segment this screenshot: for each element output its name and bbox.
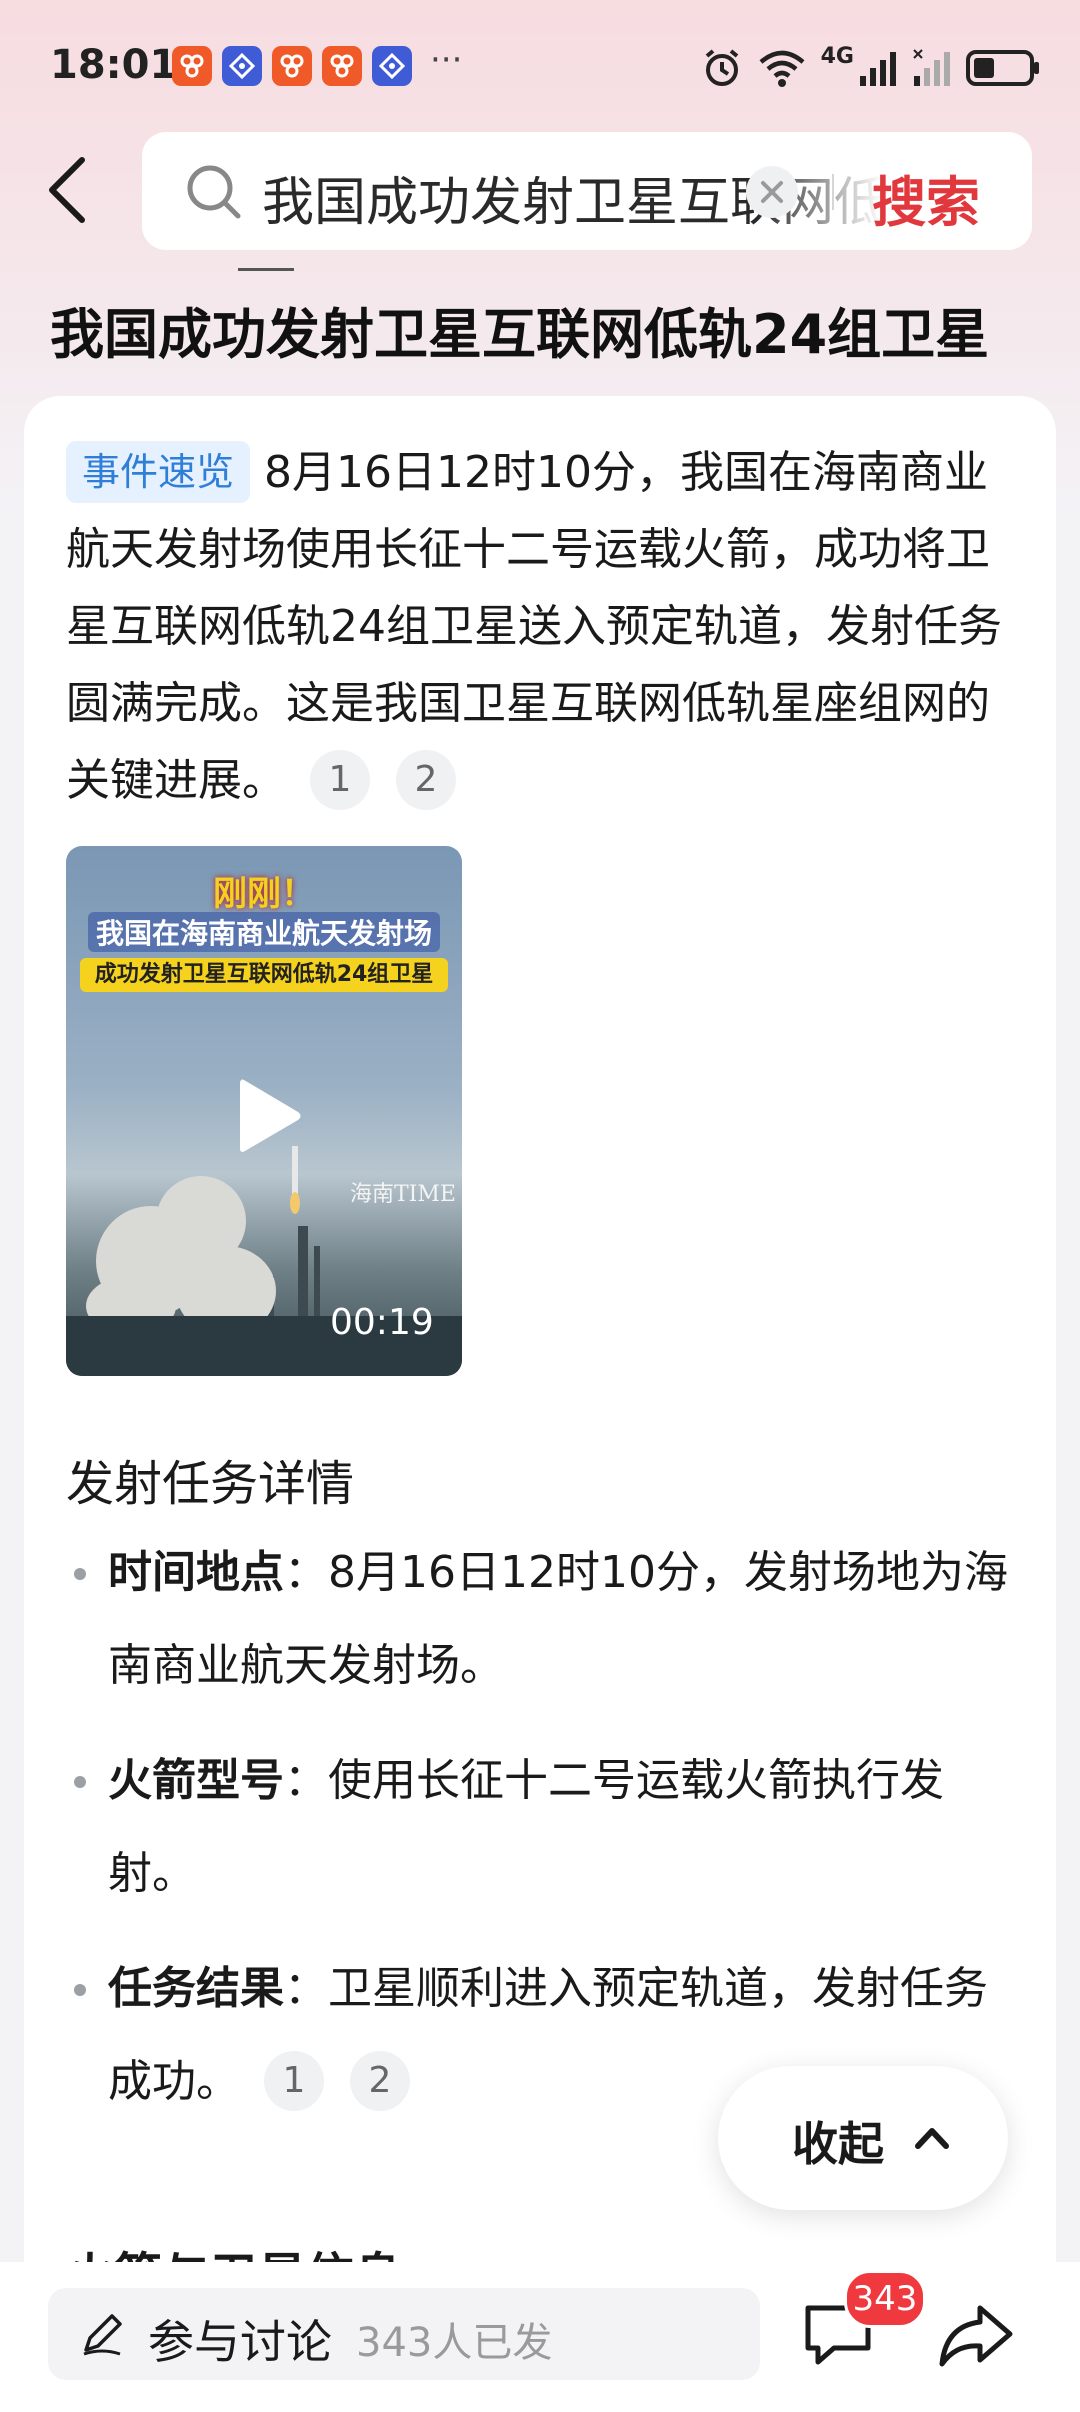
- notification-app-icon: [322, 46, 362, 86]
- video-headline: 刚刚！: [213, 874, 315, 914]
- more-notifications-icon: ···: [430, 40, 463, 80]
- discuss-count: 343人已发: [356, 2320, 553, 2366]
- signal-icon: [860, 52, 896, 86]
- discuss-input[interactable]: 参与讨论 343人已发: [48, 2288, 760, 2380]
- notification-app-icon: [372, 46, 412, 86]
- wifi-icon: [759, 50, 805, 87]
- search-submit-button[interactable]: 搜索: [872, 158, 980, 237]
- share-icon[interactable]: [936, 2302, 1016, 2370]
- system-icons: 4G: [701, 44, 1040, 92]
- back-button[interactable]: [40, 150, 100, 230]
- clear-search-button[interactable]: [746, 166, 798, 218]
- close-icon: [761, 181, 783, 203]
- discuss-label: 参与讨论: [148, 2315, 332, 2369]
- notification-app-icon: [172, 46, 212, 86]
- alarm-icon: [705, 49, 738, 86]
- event-summary: 事件速览 8月16日12时10分，我国在海南商业航天发射场使用长征十二号运载火箭，…: [66, 434, 1026, 819]
- details-list: 时间地点：8月16日12时10分，发射场地为海南商业航天发射场。 火箭型号：使用…: [66, 1526, 1026, 2150]
- list-item: 时间地点：8月16日12时10分，发射场地为海南商业航天发射场。: [66, 1526, 1026, 1712]
- battery-icon: [966, 50, 1039, 86]
- notification-app-icon: [222, 46, 262, 86]
- signal-weak-icon: [913, 49, 950, 86]
- network-type: 4G: [820, 44, 854, 69]
- section-title: 发射任务详情: [66, 1456, 355, 1512]
- answer-card: 事件速览 8月16日12时10分，我国在海南商业航天发射场使用长征十二号运载火箭，…: [24, 396, 1056, 2296]
- divider: [832, 174, 834, 210]
- search-icon: [187, 165, 241, 219]
- item-separator: ：: [284, 1755, 328, 1806]
- page-title: 我国成功发射卫星互联网低轨24组卫星: [50, 303, 990, 366]
- citation-2[interactable]: 2: [396, 750, 456, 810]
- pen-icon: [83, 2314, 122, 2356]
- item-label: 火箭型号: [108, 1755, 284, 1806]
- citation-2[interactable]: 2: [350, 2051, 410, 2111]
- bottom-bar: 参与讨论 343人已发 343: [0, 2262, 1080, 2412]
- play-icon[interactable]: [234, 1074, 304, 1158]
- video-watermark: 海南TIME: [350, 1182, 456, 1207]
- video-subheadline: 我国在海南商业航天发射场: [88, 912, 440, 952]
- chevron-up-icon: [915, 2128, 949, 2149]
- item-label: 时间地点: [108, 1547, 284, 1598]
- item-label: 任务结果: [108, 1963, 284, 2014]
- rocket-flame: [290, 1192, 300, 1214]
- video-caption: 成功发射卫星互联网低轨24组卫星: [80, 958, 448, 992]
- citation-1[interactable]: 1: [264, 2051, 324, 2111]
- notification-app-icon: [272, 46, 312, 86]
- event-badge: 事件速览: [66, 441, 251, 503]
- item-separator: ：: [284, 1963, 328, 2014]
- item-separator: ：: [284, 1547, 328, 1598]
- list-item: 火箭型号：使用长征十二号运载火箭执行发射。: [66, 1734, 1026, 1920]
- video-duration: 00:19: [330, 1302, 434, 1343]
- collapse-label: 收起: [792, 2117, 884, 2171]
- search-bar[interactable]: 我国成功发射卫星互联网低轨24组卫星 搜索: [142, 132, 1032, 250]
- back-arrow-icon: [49, 157, 85, 223]
- citation-1[interactable]: 1: [310, 750, 370, 810]
- status-bar: 18:01 ··· 4G: [0, 0, 1080, 130]
- divider: [238, 268, 294, 271]
- video-thumbnail[interactable]: 刚刚！ 我国在海南商业航天发射场 成功发射卫星互联网低轨24组卫星 海南TIME…: [66, 846, 462, 1376]
- collapse-button[interactable]: 收起: [718, 2066, 1008, 2210]
- comment-count-badge: 343: [844, 2270, 926, 2328]
- clock: 18:01: [50, 42, 178, 88]
